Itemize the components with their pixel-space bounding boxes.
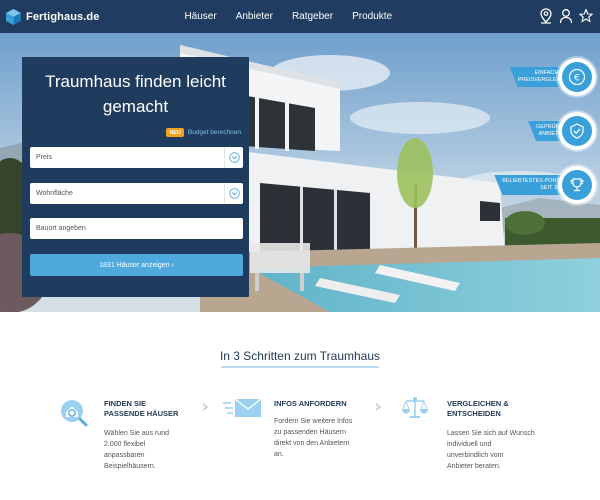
show-houses-button[interactable]: 1831 Häuser anzeigen › [30, 254, 243, 276]
step-2-text-line: zu passenden Häusern [274, 429, 346, 436]
price-select-label: Preis [36, 154, 52, 161]
logo-cube-icon [6, 8, 21, 25]
step-2-text-line: an. [274, 451, 284, 458]
nav-item-ratgeber[interactable]: Ratgeber [292, 11, 333, 22]
user-icon[interactable] [559, 8, 573, 24]
chevron-right-icon [202, 403, 208, 411]
living-area-select[interactable]: Wohnfläche [30, 183, 243, 204]
budget-calculator-link[interactable]: Budget berechnen [188, 129, 241, 136]
location-pin-icon[interactable] [539, 8, 553, 24]
chevron-down-icon [224, 147, 243, 168]
step-3-text-line: individuell und [447, 441, 492, 448]
price-select[interactable]: Preis [30, 147, 243, 168]
house-search-panel: Traumhaus finden leicht gemacht NEU Budg… [22, 57, 249, 297]
shield-check-icon [558, 112, 596, 150]
usp-most-popular: BELIEBTESTES PORTAL SEIT 1996 [470, 166, 600, 204]
mail-icon [223, 398, 262, 417]
usp-price-comparison: EINFACHER PREISVERGLEICH € [470, 58, 600, 96]
living-area-select-label: Wohnfläche [36, 190, 73, 197]
step-2-title: INFOS ANFORDERN [274, 399, 347, 408]
trophy-icon [558, 166, 596, 204]
usp-label-line1: BELIEBTESTES PORTAL [502, 178, 566, 184]
step-3-text-line: Anbieter beraten. [447, 463, 501, 470]
new-badge: NEU [166, 128, 184, 137]
step-1-text-line: 2.000 flexibel [104, 441, 146, 448]
nav-item-anbieter[interactable]: Anbieter [236, 11, 273, 22]
main-navigation: Häuser Anbieter Ratgeber Produkte [184, 11, 411, 22]
step-3-title-line2: ENTSCHEIDEN [447, 409, 501, 418]
header-icons [533, 8, 593, 24]
scale-icon [402, 397, 428, 418]
step-2-text-line: Fordern Sie weitere Infos [274, 418, 353, 425]
budget-row: NEU Budget berechnen [30, 128, 241, 137]
house-search-icon [61, 400, 88, 427]
location-input-placeholder: Bauort angeben [36, 225, 86, 232]
step-3-text-line: Lassen Sie sich auf Wunsch [447, 430, 535, 437]
title-underline [221, 366, 379, 368]
svg-text:€: € [574, 74, 580, 84]
step-2-text-line: direkt von den Anbietern [274, 440, 350, 447]
location-input[interactable]: Bauort angeben [30, 218, 243, 239]
top-navigation-bar: Fertighaus.de Häuser Anbieter Ratgeber P… [0, 0, 600, 33]
star-icon[interactable] [579, 8, 593, 24]
hero-image: Traumhaus finden leicht gemacht NEU Budg… [0, 33, 600, 312]
usp-verified-providers: GEPRÜFTE ANBIETER [470, 112, 600, 150]
nav-item-haeuser[interactable]: Häuser [184, 11, 216, 22]
step-3-text-line: unverbindlich vom [447, 452, 504, 459]
step-1-text-line: Beispielhäusern. [104, 463, 156, 470]
chevron-right-icon [375, 403, 381, 411]
step-1-text-line: Wählen Sie aus rund [104, 430, 169, 437]
steps-section-title: In 3 Schritten zum Traumhaus [219, 349, 381, 363]
panel-title: Traumhaus finden leicht gemacht [45, 72, 226, 116]
euro-coin-icon: € [558, 58, 596, 96]
step-1-title-line2: PASSENDE HÄUSER [104, 409, 179, 418]
step-3-title-line1: VERGLEICHEN & [447, 399, 509, 408]
step-1-title-line1: FINDEN SIE [104, 399, 147, 408]
usp-label-line2: SEIT 1996 [540, 185, 566, 191]
step-1-text-line: anpassbaren [104, 452, 145, 459]
chevron-down-icon [224, 183, 243, 204]
logo-text: Fertighaus.de [26, 10, 100, 23]
logo[interactable]: Fertighaus.de [5, 8, 99, 26]
nav-item-produkte[interactable]: Produkte [352, 11, 392, 22]
